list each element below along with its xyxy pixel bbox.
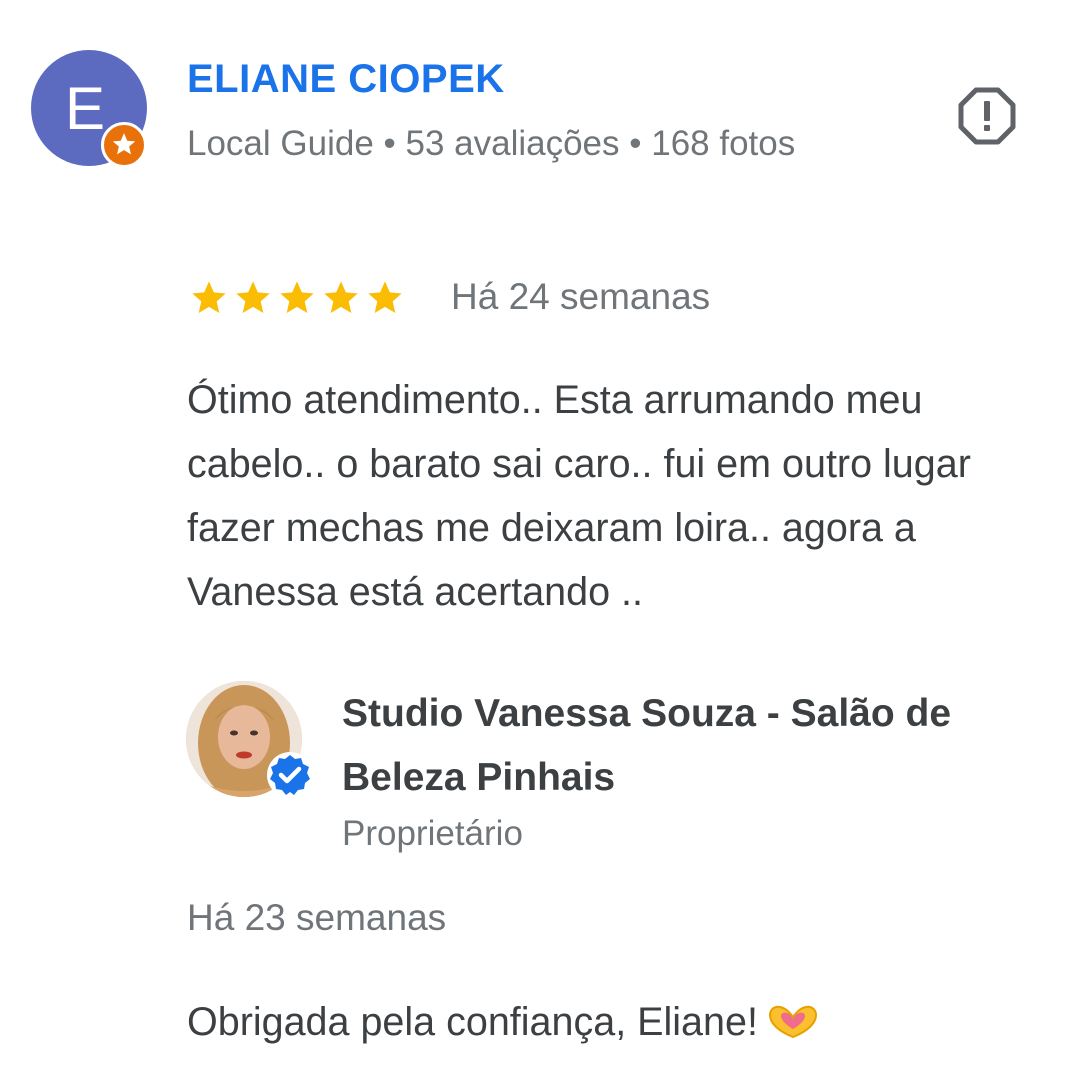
reply-time: Há 23 semanas bbox=[187, 897, 447, 938]
star-icon bbox=[280, 281, 314, 313]
heart-hands-icon bbox=[766, 1003, 820, 1043]
reviewer-meta: Local Guide • 53 avaliações • 168 fotos bbox=[187, 124, 796, 163]
reviewer-name[interactable]: ELIANE CIOPEK bbox=[187, 57, 505, 102]
review-time: Há 24 semanas bbox=[451, 276, 711, 317]
owner-name[interactable]: Studio Vanessa Souza - Salão de Beleza P… bbox=[342, 682, 1062, 810]
star-icon bbox=[192, 281, 226, 313]
reply-text: Obrigada pela confiança, Eliane! bbox=[187, 1000, 758, 1044]
reply-text-row: Obrigada pela confiança, Eliane! bbox=[187, 1000, 820, 1045]
star-icon bbox=[324, 281, 358, 313]
owner-role: Proprietário bbox=[342, 814, 523, 853]
star-icon bbox=[236, 281, 270, 313]
review-text: Ótimo atendimento.. Esta arrumando meu c… bbox=[187, 378, 971, 614]
local-guide-star-icon bbox=[101, 122, 147, 168]
report-icon[interactable] bbox=[957, 86, 1017, 146]
verified-check-icon bbox=[266, 751, 314, 799]
star-icon bbox=[368, 281, 402, 313]
star-rating bbox=[188, 278, 406, 318]
